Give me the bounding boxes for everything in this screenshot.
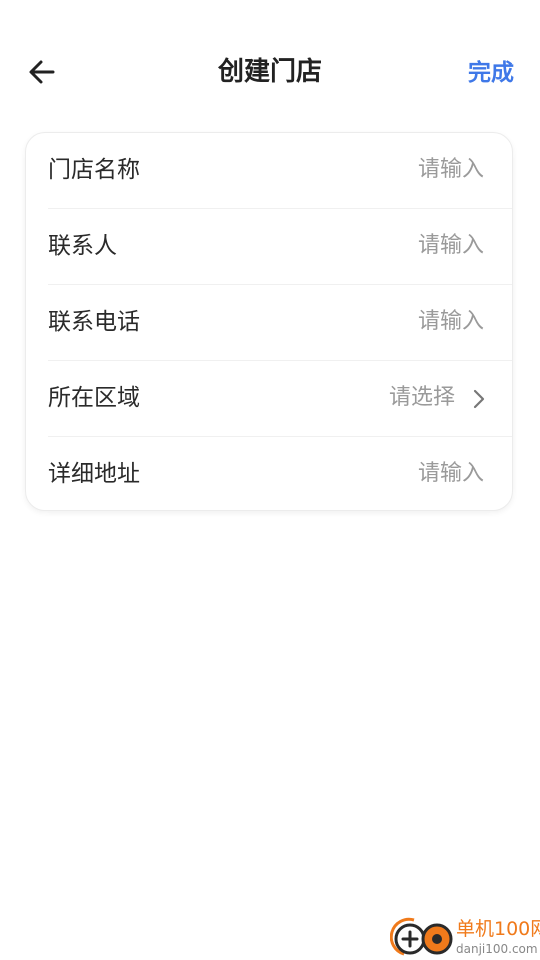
form-row-contact[interactable]: 联系人 请输入 — [48, 209, 512, 285]
contact-input[interactable]: 请输入 — [418, 209, 484, 283]
chevron-right-icon — [473, 389, 485, 409]
store-name-label: 门店名称 — [48, 157, 140, 183]
store-name-input[interactable]: 请输入 — [418, 133, 484, 207]
done-button[interactable]: 完成 — [468, 56, 514, 90]
top-nav-bar: 创建门店 完成 — [0, 40, 540, 104]
region-select[interactable]: 请选择 — [389, 361, 455, 435]
phone-label: 联系电话 — [48, 309, 140, 335]
phone-input[interactable]: 请输入 — [418, 285, 484, 359]
region-label: 所在区域 — [48, 385, 140, 411]
watermark-brand: 单机100网 — [456, 918, 540, 940]
watermark-logo-icon — [390, 917, 453, 956]
watermark: 单机100网 danji100.com — [390, 916, 540, 960]
form-row-phone[interactable]: 联系电话 请输入 — [48, 285, 512, 361]
form-row-address[interactable]: 详细地址 请输入 — [48, 437, 512, 510]
form-row-store-name[interactable]: 门店名称 请输入 — [48, 133, 512, 209]
contact-label: 联系人 — [48, 233, 117, 259]
page-title: 创建门店 — [217, 57, 322, 87]
address-input[interactable]: 请输入 — [418, 437, 484, 510]
form-row-region[interactable]: 所在区域 请选择 — [48, 361, 512, 437]
address-label: 详细地址 — [48, 461, 140, 487]
watermark-domain: danji100.com — [456, 942, 538, 956]
store-form-card: 门店名称 请输入 联系人 请输入 联系电话 请输入 所在区域 请选择 详细地址 … — [25, 132, 513, 511]
